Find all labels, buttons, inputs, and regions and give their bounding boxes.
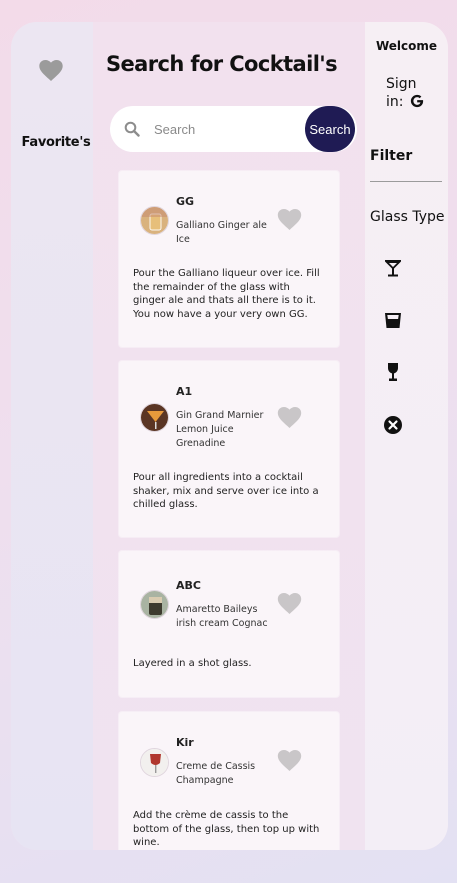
- glass-type-label: Glass Type: [370, 209, 445, 225]
- heart-icon[interactable]: [39, 60, 63, 82]
- cocktail-ingredients: Creme de Cassis Champagne: [176, 760, 276, 788]
- cocktail-glass-icon[interactable]: [383, 258, 403, 278]
- cocktail-thumbnail: [140, 403, 169, 432]
- cocktail-card: Kir Creme de Cassis Champagne Add the cr…: [119, 712, 339, 850]
- cocktail-card: ABC Amaretto Baileys irish cream Cognac …: [119, 551, 339, 697]
- cocktail-name: Kir: [176, 736, 194, 749]
- favorites-label[interactable]: Favorite's: [11, 135, 101, 150]
- cocktail-description: Layered in a shot glass.: [133, 658, 252, 669]
- cocktail-name: GG: [176, 195, 195, 208]
- filter-label: Filter: [370, 148, 413, 164]
- ingredient: Ice: [176, 234, 190, 245]
- heart-icon[interactable]: [277, 750, 302, 772]
- ingredient: Creme de Cassis: [176, 761, 256, 772]
- cocktail-ingredients: Gin Grand Marnier Lemon Juice Grenadine: [176, 409, 276, 451]
- wine-glass-icon[interactable]: [383, 362, 403, 382]
- ingredient: Gin Grand Marnier: [176, 410, 264, 421]
- clear-filter-icon[interactable]: [383, 415, 403, 435]
- cocktail-thumbnail: [140, 590, 169, 619]
- cocktail-thumbnail: [140, 206, 169, 235]
- ingredient: irish cream Cognac: [176, 618, 268, 629]
- page-title: Search for Cocktail's: [106, 52, 338, 76]
- ingredient: Galliano Ginger ale: [176, 220, 267, 231]
- app-window: Favorite's Search for Cocktail's Search …: [11, 22, 448, 850]
- welcome-label: Welcome: [375, 39, 438, 53]
- cocktail-ingredients: Amaretto Baileys irish cream Cognac: [176, 603, 276, 631]
- cocktail-name: ABC: [176, 579, 201, 592]
- main-content: Search for Cocktail's Search GG Galliano…: [93, 22, 365, 850]
- ingredient: Champagne: [176, 775, 234, 786]
- heart-icon[interactable]: [277, 209, 302, 231]
- cocktail-card: GG Galliano Ginger ale Ice Pour the Gall…: [119, 171, 339, 347]
- cocktail-name: A1: [176, 385, 193, 398]
- filter-divider: [370, 181, 442, 182]
- search-input[interactable]: [154, 119, 299, 139]
- search-button[interactable]: Search: [305, 106, 355, 152]
- heart-icon[interactable]: [277, 407, 302, 429]
- google-icon: [410, 94, 424, 108]
- ingredient: Amaretto Baileys: [176, 604, 258, 615]
- ingredient: Lemon Juice: [176, 424, 234, 435]
- right-sidebar: Welcome Sign in: Filter Glass Type: [365, 22, 448, 850]
- heart-icon[interactable]: [277, 593, 302, 615]
- cocktail-description: Add the crème de cassis to the bottom of…: [133, 810, 320, 849]
- ingredient: Grenadine: [176, 438, 226, 449]
- sign-in-button[interactable]: Sign in:: [386, 75, 436, 111]
- cocktail-thumbnail: [140, 748, 169, 777]
- cocktail-description: Pour all ingredients into a cocktail sha…: [133, 472, 319, 511]
- cocktail-ingredients: Galliano Ginger ale Ice: [176, 219, 276, 247]
- cocktail-card: A1 Gin Grand Marnier Lemon Juice Grenadi…: [119, 361, 339, 537]
- cocktail-description: Pour the Galliano liqueur over ice. Fill…: [133, 268, 320, 320]
- left-sidebar: Favorite's: [11, 22, 93, 850]
- old-fashioned-glass-icon[interactable]: [383, 310, 403, 330]
- search-icon: [124, 121, 140, 137]
